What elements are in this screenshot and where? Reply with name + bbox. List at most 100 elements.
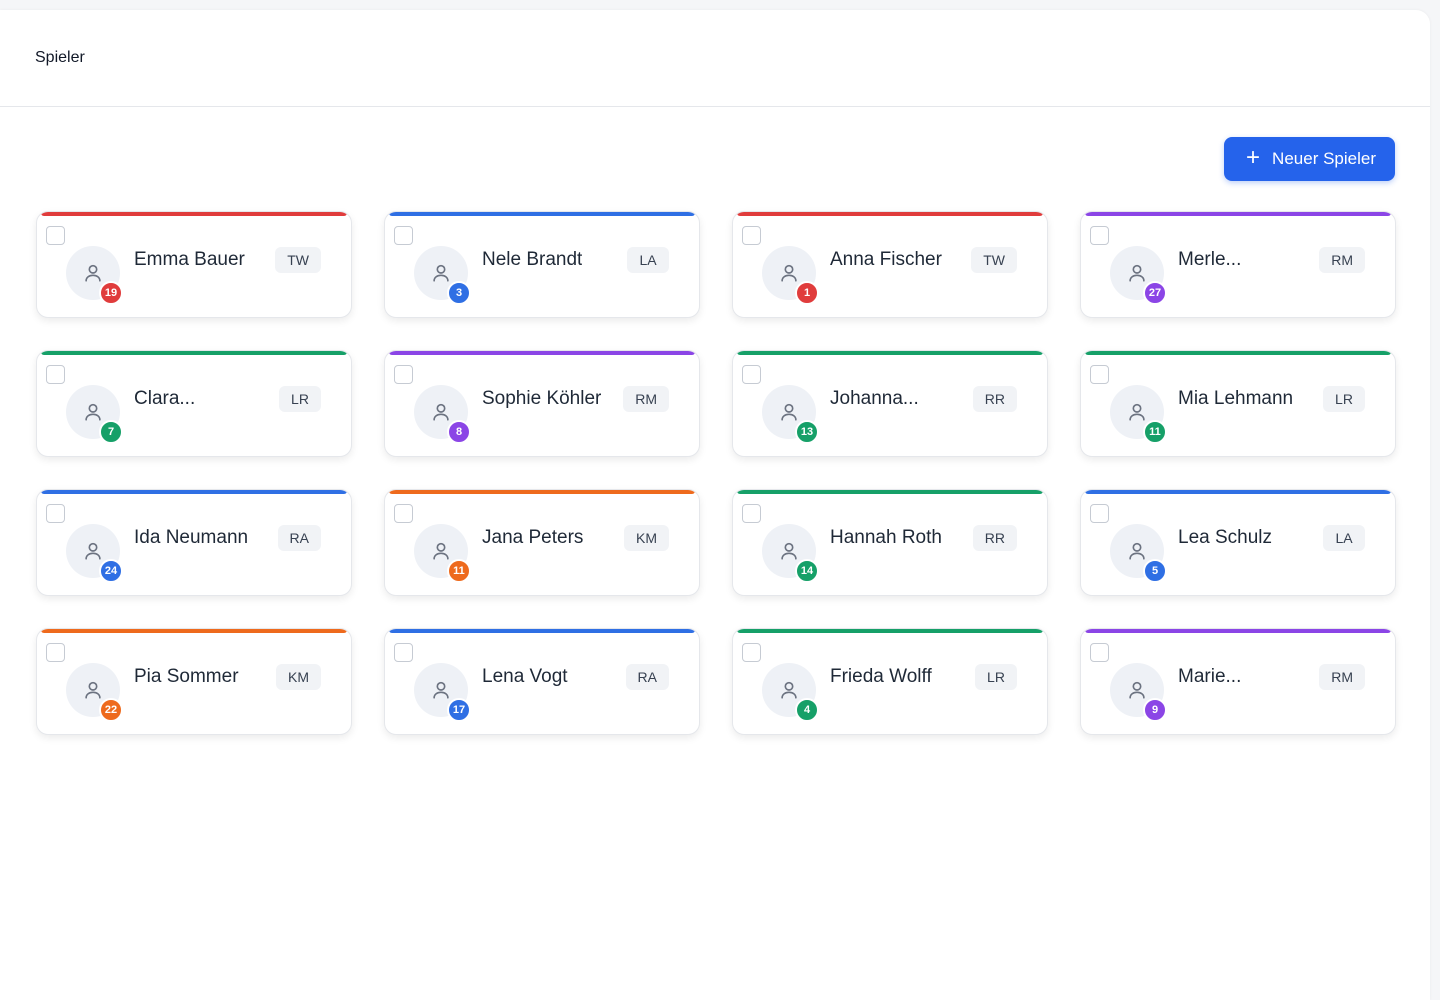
player-name: Mia Lehmann bbox=[1178, 388, 1294, 409]
player-name: Clara... bbox=[134, 388, 196, 409]
position-badge: TW bbox=[275, 247, 321, 273]
position-badge: RA bbox=[625, 664, 669, 690]
player-card[interactable]: 3 Nele Brandt LA bbox=[384, 211, 700, 318]
player-name: Nele Brandt bbox=[482, 249, 583, 270]
player-name: Emma Bauer bbox=[134, 249, 245, 270]
player-card[interactable]: 27 Merle... RM bbox=[1080, 211, 1396, 318]
position-badge: LR bbox=[1323, 386, 1365, 412]
select-checkbox[interactable] bbox=[46, 504, 65, 523]
user-icon bbox=[85, 681, 101, 699]
select-checkbox[interactable] bbox=[46, 365, 65, 384]
jersey-number-badge: 1 bbox=[795, 281, 819, 305]
user-icon bbox=[781, 264, 797, 282]
jersey-number-badge: 8 bbox=[447, 420, 471, 444]
toolbar: + Neuer Spieler bbox=[1224, 137, 1395, 181]
player-name: Ida Neumann bbox=[134, 527, 249, 548]
user-icon bbox=[433, 681, 449, 699]
jersey-number-badge: 7 bbox=[99, 420, 123, 444]
select-checkbox[interactable] bbox=[1090, 226, 1109, 245]
user-icon bbox=[1129, 264, 1145, 282]
select-checkbox[interactable] bbox=[1090, 504, 1109, 523]
new-player-label: Neuer Spieler bbox=[1272, 149, 1376, 168]
player-card[interactable]: 4 Frieda Wolff LR bbox=[732, 628, 1048, 735]
player-card[interactable]: 19 Emma Bauer TW bbox=[36, 211, 352, 318]
jersey-number-badge: 5 bbox=[1143, 559, 1167, 583]
card-color-stripe bbox=[41, 490, 347, 494]
page-title: Spieler bbox=[35, 49, 85, 66]
player-card[interactable]: 7 Clara... LR bbox=[36, 350, 352, 457]
select-checkbox[interactable] bbox=[742, 365, 761, 384]
card-color-stripe bbox=[41, 629, 347, 633]
card-color-stripe bbox=[1085, 351, 1391, 355]
select-checkbox[interactable] bbox=[394, 643, 413, 662]
jersey-number-badge: 4 bbox=[795, 698, 819, 722]
player-name: Jana Peters bbox=[482, 527, 584, 548]
position-badge: KM bbox=[276, 664, 321, 690]
player-name: Sophie Köhler bbox=[482, 388, 602, 409]
card-color-stripe bbox=[737, 351, 1043, 355]
jersey-number-badge: 13 bbox=[795, 420, 819, 444]
player-card[interactable]: 8 Sophie Köhler RM bbox=[384, 350, 700, 457]
player-card[interactable]: 11 Mia Lehmann LR bbox=[1080, 350, 1396, 457]
player-name: Pia Sommer bbox=[134, 666, 239, 687]
select-checkbox[interactable] bbox=[46, 643, 65, 662]
select-checkbox[interactable] bbox=[742, 226, 761, 245]
select-checkbox[interactable] bbox=[394, 504, 413, 523]
user-icon bbox=[781, 542, 797, 560]
card-color-stripe bbox=[1085, 212, 1391, 216]
player-grid: 19 Emma Bauer TW 3 Nele Brandt LA 1 Anna… bbox=[36, 211, 1396, 735]
player-name: Frieda Wolff bbox=[830, 666, 932, 687]
position-badge: LR bbox=[975, 664, 1017, 690]
select-checkbox[interactable] bbox=[394, 365, 413, 384]
card-color-stripe bbox=[1085, 490, 1391, 494]
select-checkbox[interactable] bbox=[394, 226, 413, 245]
player-card[interactable]: 11 Jana Peters KM bbox=[384, 489, 700, 596]
player-name: Marie... bbox=[1178, 666, 1242, 687]
page-header: Spieler bbox=[0, 10, 1430, 107]
position-badge: LR bbox=[279, 386, 321, 412]
player-card[interactable]: 5 Lea Schulz LA bbox=[1080, 489, 1396, 596]
player-name: Anna Fischer bbox=[830, 249, 942, 270]
player-card[interactable]: 24 Ida Neumann RA bbox=[36, 489, 352, 596]
player-name: Merle... bbox=[1178, 249, 1242, 270]
jersey-number-badge: 14 bbox=[795, 559, 819, 583]
user-icon bbox=[85, 264, 101, 282]
player-card[interactable]: 22 Pia Sommer KM bbox=[36, 628, 352, 735]
card-color-stripe bbox=[737, 490, 1043, 494]
user-icon bbox=[1129, 681, 1145, 699]
position-badge: RM bbox=[1319, 247, 1365, 273]
user-icon bbox=[781, 403, 797, 421]
new-player-button[interactable]: + Neuer Spieler bbox=[1224, 137, 1395, 181]
select-checkbox[interactable] bbox=[1090, 643, 1109, 662]
user-icon bbox=[781, 681, 797, 699]
players-panel: Spieler + Neuer Spieler 19 Emma Bauer TW bbox=[0, 10, 1430, 1000]
position-badge: RM bbox=[1319, 664, 1365, 690]
user-icon bbox=[85, 403, 101, 421]
jersey-number-badge: 11 bbox=[447, 559, 471, 583]
jersey-number-badge: 11 bbox=[1143, 420, 1167, 444]
position-badge: RM bbox=[623, 386, 669, 412]
player-card[interactable]: 1 Anna Fischer TW bbox=[732, 211, 1048, 318]
player-card[interactable]: 9 Marie... RM bbox=[1080, 628, 1396, 735]
position-badge: TW bbox=[971, 247, 1017, 273]
plus-icon: + bbox=[1246, 144, 1261, 171]
position-badge: RA bbox=[277, 525, 321, 551]
card-color-stripe bbox=[389, 629, 695, 633]
user-icon bbox=[1129, 403, 1145, 421]
position-badge: RR bbox=[972, 386, 1017, 412]
jersey-number-badge: 3 bbox=[447, 281, 471, 305]
player-name: Lea Schulz bbox=[1178, 527, 1273, 548]
jersey-number-badge: 24 bbox=[99, 559, 123, 583]
jersey-number-badge: 19 bbox=[99, 281, 123, 305]
select-checkbox[interactable] bbox=[1090, 365, 1109, 384]
player-card[interactable]: 17 Lena Vogt RA bbox=[384, 628, 700, 735]
position-badge: LA bbox=[627, 247, 669, 273]
select-checkbox[interactable] bbox=[742, 504, 761, 523]
player-card[interactable]: 14 Hannah Roth RR bbox=[732, 489, 1048, 596]
select-checkbox[interactable] bbox=[742, 643, 761, 662]
select-checkbox[interactable] bbox=[46, 226, 65, 245]
user-icon bbox=[433, 542, 449, 560]
position-badge: KM bbox=[624, 525, 669, 551]
player-card[interactable]: 13 Johanna... RR bbox=[732, 350, 1048, 457]
position-badge: LA bbox=[1323, 525, 1365, 551]
